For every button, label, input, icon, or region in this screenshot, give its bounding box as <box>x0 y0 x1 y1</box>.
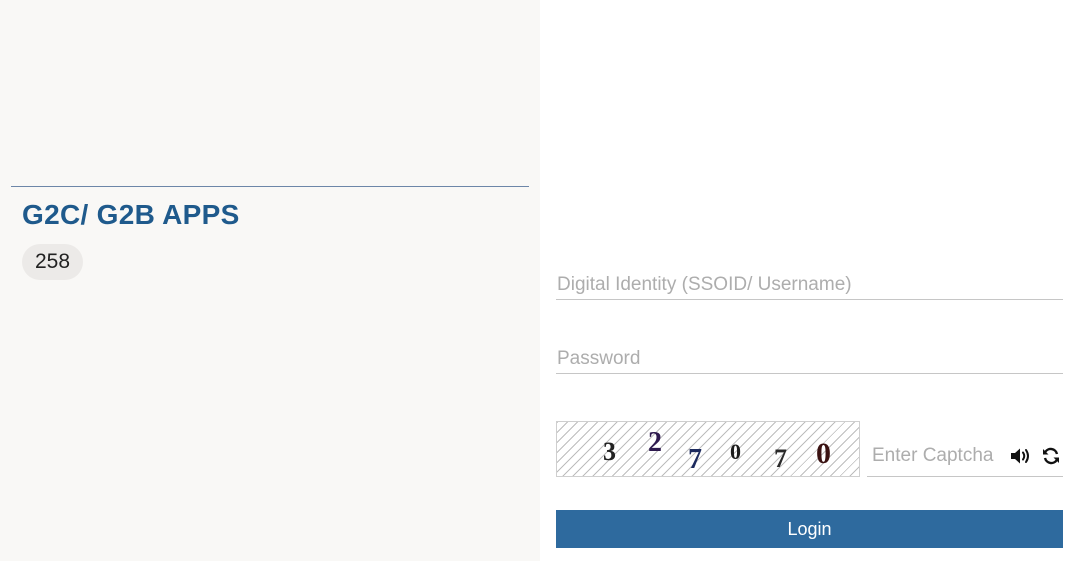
apps-count-badge: 258 <box>22 244 84 280</box>
captcha-digit: 0 <box>816 437 831 470</box>
password-input[interactable] <box>556 330 1063 373</box>
login-page: G2C/ G2B APPS 258 3 2 7 0 7 0 <box>0 0 1080 561</box>
captcha-digit: 3 <box>603 437 616 466</box>
captcha-digit: 0 <box>730 439 741 464</box>
captcha-field-wrapper <box>867 434 1063 477</box>
captcha-digit: 2 <box>648 427 662 458</box>
captcha-digit: 7 <box>774 444 787 473</box>
captcha-digit: 7 <box>688 444 702 475</box>
apps-title: G2C/ G2B APPS <box>22 199 240 230</box>
speaker-icon[interactable] <box>1009 445 1033 467</box>
divider-line <box>11 186 529 187</box>
password-field-wrapper <box>556 330 1063 374</box>
refresh-icon[interactable] <box>1039 445 1063 467</box>
username-field-wrapper <box>556 256 1063 300</box>
captcha-image: 3 2 7 0 7 0 <box>556 421 860 477</box>
login-button[interactable]: Login <box>556 510 1063 548</box>
captcha-input[interactable] <box>867 434 1007 476</box>
username-input[interactable] <box>556 256 1063 299</box>
apps-panel: G2C/ G2B APPS 258 <box>0 0 540 561</box>
